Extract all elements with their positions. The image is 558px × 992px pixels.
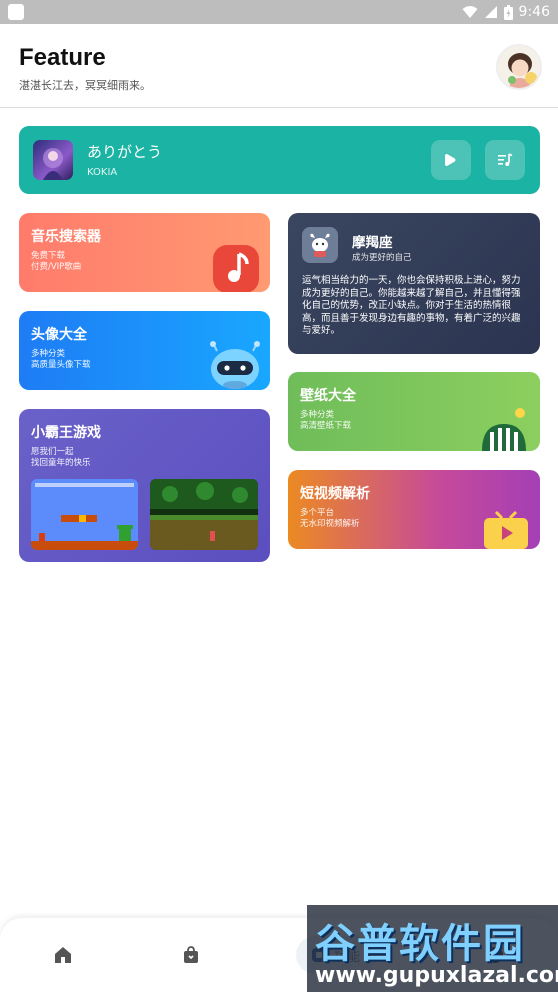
watermark-url: www.gupuxlazal.com (315, 963, 558, 988)
avatar-image (498, 46, 540, 88)
avatar[interactable] (496, 44, 542, 90)
card-title: 壁纸大全 (300, 388, 356, 404)
zodiac-description: 运气相当给力的一天，你也会保持积极上进心，努力成为更好的自己。你能越来越了解自己… (302, 275, 521, 336)
status-time: 9:46 (518, 4, 550, 20)
playlist-icon (498, 153, 513, 166)
card-retro-games[interactable]: 小霸王游戏 愿我们一起 找回童年的快乐 (19, 409, 270, 562)
wifi-icon (462, 6, 478, 18)
card-title: 小霸王游戏 (31, 425, 101, 441)
card-title: 头像大全 (31, 327, 87, 343)
music-player[interactable]: ありがとう KOKIA (19, 126, 540, 194)
card-title: 短视频解析 (300, 486, 370, 502)
home-icon (55, 947, 71, 963)
play-icon (445, 154, 456, 166)
card-subtitle: 高清壁纸下载 (300, 421, 352, 431)
nav-home[interactable] (52, 944, 74, 966)
nav-shop[interactable] (180, 944, 202, 966)
zodiac-name: 摩羯座 (352, 235, 393, 251)
card-avatar-collection[interactable]: 头像大全 多种分类 高质量头像下载 (19, 311, 270, 390)
card-subtitle: 高质量头像下载 (31, 360, 91, 370)
page-subtitle: 湛湛长江去，冥冥细雨来。 (19, 79, 151, 92)
landscape-icon (482, 408, 526, 451)
signal-icon (484, 6, 497, 18)
notification-icon (8, 4, 24, 20)
song-title: ありがとう (87, 143, 163, 161)
music-note-icon (213, 245, 259, 292)
song-artist: KOKIA (87, 167, 118, 178)
page-title: Feature (19, 44, 106, 71)
zodiac-subtitle: 成为更好的自己 (352, 253, 412, 263)
robot-icon (210, 341, 260, 389)
bag-icon (184, 946, 198, 963)
card-video-parser[interactable]: 短视频解析 多个平台 无水印视频解析 (288, 470, 540, 549)
status-bar: 9:46 (0, 0, 558, 24)
card-horoscope[interactable]: 摩羯座 成为更好的自己 运气相当给力的一天，你也会保持积极上进心，努力成为更好的… (288, 213, 540, 354)
watermark-overlay: 谷普软件园 www.gupuxlazal.com (307, 905, 558, 992)
watermark-brand: 谷普软件园 (315, 921, 525, 967)
album-cover (33, 140, 73, 180)
card-subtitle: 找回童年的快乐 (31, 458, 91, 468)
card-subtitle: 无水印视频解析 (300, 519, 360, 529)
game-screenshot-mario[interactable] (31, 479, 138, 550)
play-button[interactable] (431, 140, 471, 180)
battery-icon (503, 4, 513, 20)
video-play-icon (484, 510, 528, 549)
card-subtitle: 付费/VIP歌曲 (31, 262, 82, 272)
game-screenshot-contra[interactable] (150, 479, 258, 550)
capricorn-icon (302, 227, 338, 263)
header: Feature 湛湛长江去，冥冥细雨来。 (0, 24, 558, 108)
card-music-search[interactable]: 音乐搜索器 免费下载 付费/VIP歌曲 (19, 213, 270, 292)
card-wallpapers[interactable]: 壁纸大全 多种分类 高清壁纸下载 (288, 372, 540, 451)
playlist-button[interactable] (485, 140, 525, 180)
card-title: 音乐搜索器 (31, 229, 101, 245)
